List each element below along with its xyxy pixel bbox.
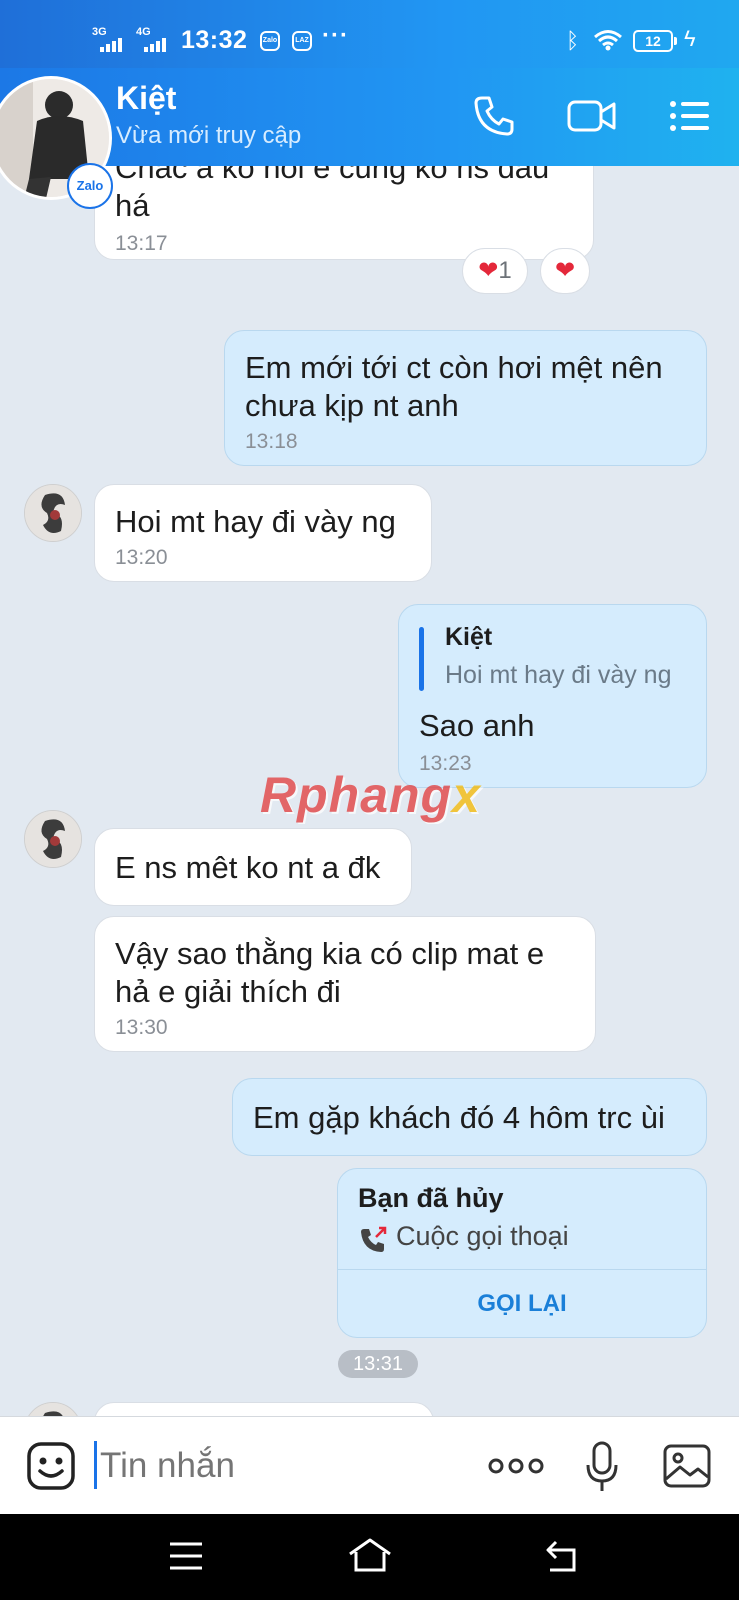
message-text: E ns mêt ko nt a đk <box>115 850 381 885</box>
home-icon[interactable] <box>346 1536 394 1576</box>
more-notifications-icon: ··· <box>322 22 349 49</box>
back-icon[interactable] <box>542 1536 582 1576</box>
more-options-icon[interactable] <box>488 1457 544 1475</box>
message-text: Sao anh <box>419 708 535 743</box>
outgoing-message[interactable]: Em mới tới ct còn hơi mệt nên chưa kịp n… <box>224 330 707 466</box>
add-reaction-heart-icon[interactable]: ❤ <box>540 248 590 294</box>
voice-call-icon[interactable] <box>472 94 516 138</box>
reaction-count: 1 <box>498 257 512 284</box>
watermark-logo: Rphangx <box>260 767 481 823</box>
message-text: Em mới tới ct còn hơi mệt nên chưa kịp n… <box>245 350 663 423</box>
presence-status: Vừa mới truy cập <box>116 122 302 149</box>
zalo-badge: Zalo <box>67 163 113 209</box>
message-composer <box>0 1416 739 1514</box>
quoted-sender: Kiệt <box>445 623 493 651</box>
contact-name[interactable]: Kiệt <box>116 80 176 117</box>
message-text: Chắc a ko nói e cũng ko ns đâu há <box>115 166 550 223</box>
message-input[interactable] <box>100 1441 460 1491</box>
video-call-icon[interactable] <box>566 94 618 138</box>
clock: 13:32 <box>181 26 248 54</box>
call-back-button[interactable]: GỌI LẠI <box>338 1269 706 1339</box>
message-text: Em gặp khách đó 4 hôm trc ùi <box>253 1100 665 1135</box>
outgoing-message[interactable]: Em gặp khách đó 4 hôm trc ùi <box>232 1078 707 1156</box>
message-list[interactable]: Chắc a ko nói e cũng ko ns đâu há 13:17 … <box>0 166 739 1416</box>
message-time: 13:30 <box>115 1016 168 1039</box>
signal-icon <box>100 36 126 52</box>
text-cursor <box>94 1441 97 1489</box>
call-type: Cuộc gọi thoại <box>396 1221 569 1251</box>
avatar-image <box>25 1403 81 1416</box>
heart-icon: ❤ <box>478 257 499 284</box>
status-bar: 3G 4G 13:32 Zalo LAZ ··· ᛒ 12 ϟ <box>0 0 739 68</box>
bluetooth-icon: ᛒ <box>566 28 580 53</box>
sender-avatar[interactable] <box>24 484 82 542</box>
sender-avatar[interactable] <box>24 1402 82 1416</box>
emoji-sticker-icon[interactable] <box>26 1441 76 1491</box>
call-status: Bạn đã hủy <box>358 1183 504 1213</box>
incoming-message[interactable] <box>94 1402 434 1416</box>
battery-icon: 12 <box>633 30 677 52</box>
time-separator: 13:31 <box>338 1350 418 1378</box>
message-text: Vậy sao thằng kia có clip mat e hả e giả… <box>115 936 545 1009</box>
wifi-icon <box>594 30 622 51</box>
quoted-text: Hoi mt hay đi vày ng <box>445 661 672 689</box>
image-gallery-icon[interactable] <box>662 1443 712 1489</box>
lazada-notification-icon: LAZ <box>292 31 312 51</box>
message-text: Hoi mt hay đi vày ng <box>115 504 396 539</box>
avatar-image <box>25 811 81 867</box>
zalo-notification-icon: Zalo <box>260 31 280 51</box>
chat-header: Kiệt Vừa mới truy cập <box>0 68 739 166</box>
missed-call-icon <box>361 1226 387 1252</box>
incoming-message[interactable]: Chắc a ko nói e cũng ko ns đâu há 13:17 <box>94 166 594 260</box>
incoming-message[interactable]: Vậy sao thằng kia có clip mat e hả e giả… <box>94 916 596 1052</box>
call-card: Bạn đã hủy Cuộc gọi thoại GỌI LẠI <box>337 1168 707 1338</box>
message-time: 13:18 <box>245 430 298 453</box>
recent-apps-icon[interactable] <box>166 1536 206 1576</box>
reaction-summary[interactable]: ❤1 <box>462 248 528 294</box>
quote-bar <box>419 627 424 691</box>
outgoing-reply-message[interactable]: Kiệt Hoi mt hay đi vày ng Sao anh 13:23 <box>398 604 707 788</box>
incoming-message[interactable]: Hoi mt hay đi vày ng 13:20 <box>94 484 432 582</box>
message-time: 13:20 <box>115 546 168 569</box>
signal-icon <box>144 36 170 52</box>
charging-icon: ϟ <box>684 26 696 51</box>
system-navigation-bar <box>0 1514 739 1600</box>
sender-avatar[interactable] <box>24 810 82 868</box>
incoming-message[interactable]: E ns mêt ko nt a đk <box>94 828 412 906</box>
menu-list-icon[interactable] <box>668 94 712 138</box>
avatar-image <box>25 485 81 541</box>
microphone-icon[interactable] <box>584 1441 620 1493</box>
